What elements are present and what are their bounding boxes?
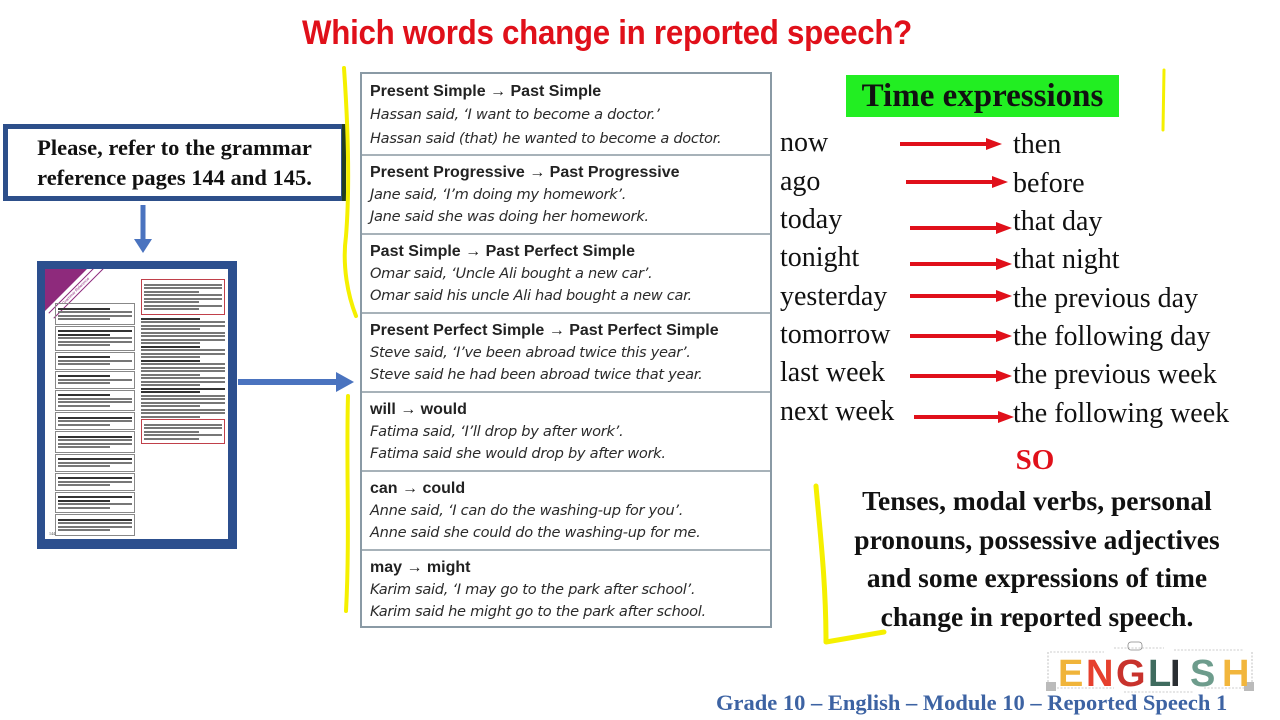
reported-speech-example: Fatima said she would drop by after work… xyxy=(370,445,666,462)
thumbnail-page-number: 144 xyxy=(49,531,55,536)
reported-time-expression: the following week xyxy=(1013,398,1230,429)
red-arrow-icon xyxy=(914,411,1014,423)
rule-heading: Present Perfect Simple → Past Perfect Si… xyxy=(370,322,719,339)
reported-time-expression: before xyxy=(1013,168,1085,199)
reported-speech-example: Anne said she could do the washing-up fo… xyxy=(370,524,701,541)
reported-speech-example: Steve said he had been abroad twice that… xyxy=(370,366,703,383)
direct-time-expression: next week xyxy=(780,396,895,427)
english-logo: E N G LI S H xyxy=(1046,641,1254,695)
speech-bubble-icon xyxy=(1127,641,1143,651)
reported-speech-example: Hassan said (that) he wanted to become a… xyxy=(370,130,722,147)
logo-letter-i: I xyxy=(1170,653,1181,695)
note-line-2: reference pages 144 and 145. xyxy=(37,165,312,190)
reported-time-expression: the previous week xyxy=(1013,359,1217,390)
table-row: Present Perfect Simple → Past Perfect Si… xyxy=(362,314,770,393)
logo-letter-s: S xyxy=(1190,653,1215,695)
direct-speech-example: Steve said, ‘I’ve been abroad twice this… xyxy=(370,344,691,361)
grammar-reference-thumbnail[interactable]: Grammar Reference 144 xyxy=(37,261,237,549)
direct-time-expression: tonight xyxy=(780,242,860,273)
red-arrow-icon xyxy=(906,176,1008,188)
reported-time-expression: the following day xyxy=(1013,321,1211,352)
direct-speech-example: Anne said, ‘I can do the washing-up for … xyxy=(370,502,684,519)
direct-time-expression: now xyxy=(780,127,829,158)
logo-letter-h: H xyxy=(1222,653,1249,695)
reported-time-expression: the previous day xyxy=(1013,283,1199,314)
time-expression-row: ago before xyxy=(780,165,1270,201)
time-expression-row: yesterday the previous day xyxy=(780,280,1270,316)
reported-time-expression: that day xyxy=(1013,206,1103,237)
conclusion-text: Tenses, modal verbs, personal pronouns, … xyxy=(812,482,1262,636)
thumbnail-right-column xyxy=(141,279,225,447)
right-arrow-icon xyxy=(238,372,354,392)
time-expression-row: tomorrow the following day xyxy=(780,318,1270,354)
time-expressions-header: Time expressions xyxy=(846,75,1119,117)
so-label: SO xyxy=(1015,444,1055,476)
direct-time-expression: today xyxy=(780,204,843,235)
tense-change-table: Present Simple → Past Simple Hassan said… xyxy=(360,72,772,628)
table-row: will → would Fatima said, ‘I’ll drop by … xyxy=(362,393,770,472)
yellow-highlight-mark-top xyxy=(1161,68,1166,132)
logo-letter-g: G xyxy=(1116,653,1146,695)
direct-speech-example: Hassan said, ‘I want to become a doctor.… xyxy=(370,106,660,123)
direct-speech-example: Omar said, ‘Uncle Ali bought a new car’. xyxy=(370,265,653,282)
rule-heading: may → might xyxy=(370,559,471,576)
red-arrow-icon xyxy=(910,290,1012,302)
footer-course-info: Grade 10 – English – Module 10 – Reporte… xyxy=(716,690,1228,715)
note-line-1: Please, refer to the grammar xyxy=(37,135,312,160)
direct-time-expression: yesterday xyxy=(780,281,888,312)
red-arrow-icon xyxy=(910,370,1012,382)
direct-time-expression: last week xyxy=(780,357,885,388)
rule-heading: can → could xyxy=(370,480,466,497)
rule-heading: Past Simple → Past Perfect Simple xyxy=(370,243,635,260)
red-arrow-icon xyxy=(910,330,1012,342)
down-arrow-icon xyxy=(134,205,152,253)
thumbnail-left-column xyxy=(55,303,135,537)
table-row: Past Simple → Past Perfect Simple Omar s… xyxy=(362,235,770,314)
red-arrow-icon xyxy=(910,258,1012,270)
time-expression-row: next week the following week xyxy=(780,395,1270,431)
logo-letter-e: E xyxy=(1058,653,1083,695)
time-expression-row: tonight that night xyxy=(780,241,1270,277)
table-row: Present Progressive → Past Progressive J… xyxy=(362,156,770,235)
time-expression-row: last week the previous week xyxy=(780,356,1270,392)
table-row: may → might Karim said, ‘I may go to the… xyxy=(362,551,770,630)
direct-speech-example: Fatima said, ‘I’ll drop by after work’. xyxy=(370,423,624,440)
rule-heading: Present Simple → Past Simple xyxy=(370,83,602,100)
grammar-reference-note: Please, refer to the grammar reference p… xyxy=(3,124,346,201)
red-arrow-icon xyxy=(900,138,1002,150)
conclusion-line: and some expressions of time xyxy=(866,562,1208,593)
reported-speech-example: Karim said he might go to the park after… xyxy=(370,603,706,620)
direct-time-expression: ago xyxy=(780,166,821,197)
rule-heading: Present Progressive → Past Progressive xyxy=(370,164,680,181)
direct-time-expression: tomorrow xyxy=(780,319,891,350)
conclusion-line: Tenses, modal verbs, personal xyxy=(862,485,1212,516)
reported-speech-example: Jane said she was doing her homework. xyxy=(370,208,649,225)
conclusion-line: pronouns, possessive adjectives xyxy=(854,523,1220,555)
time-expression-row: now then xyxy=(780,126,1270,162)
reported-speech-example: Omar said his uncle Ali had bought a new… xyxy=(370,287,692,304)
red-arrow-icon xyxy=(910,222,1012,234)
table-row: can → could Anne said, ‘I can do the was… xyxy=(362,472,770,551)
reported-time-expression: then xyxy=(1013,129,1062,160)
logo-letter-n: N xyxy=(1086,653,1113,695)
logo-letter-l: L xyxy=(1148,653,1171,695)
direct-speech-example: Karim said, ‘I may go to the park after … xyxy=(370,581,696,598)
thumbnail-page: Grammar Reference 144 xyxy=(45,269,228,539)
time-expression-row: today that day xyxy=(780,203,1270,239)
rule-heading: will → would xyxy=(370,401,467,418)
conclusion-line: change in reported speech. xyxy=(880,600,1194,632)
direct-speech-example: Jane said, ‘I’m doing my homework’. xyxy=(370,186,627,203)
table-row: Present Simple → Past Simple Hassan said… xyxy=(362,74,770,156)
slide-title: Which words change in reported speech? xyxy=(301,14,912,52)
reported-time-expression: that night xyxy=(1013,244,1120,275)
